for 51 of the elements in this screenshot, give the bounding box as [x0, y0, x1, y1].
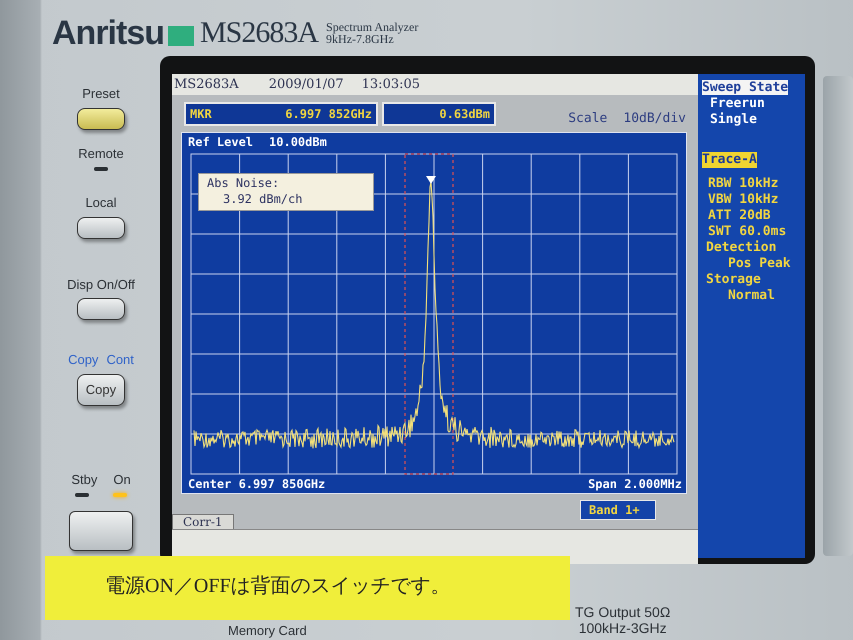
setting-value: Pos Peak [727, 256, 791, 271]
marker-level: 0.63dBm [439, 106, 490, 123]
trace-tag: Trace-A [702, 152, 757, 168]
scale-label: Scale [568, 111, 608, 126]
memory-card-label: Memory Card [228, 624, 307, 638]
warning-sticker: 電源ON／OFFは背面のスイッチです。 [45, 556, 570, 620]
logo-square [168, 26, 194, 46]
tg-output-label: 100kHz-3GHz [578, 620, 668, 636]
shift-label: Copy [68, 351, 98, 369]
panel-button[interactable] [77, 108, 125, 130]
panel-button[interactable] [77, 216, 125, 238]
panel-button[interactable] [77, 298, 125, 320]
marker-frequency: 6.997 852GHz [285, 106, 372, 123]
noise-value: 3.92 dBm/ch [222, 191, 304, 207]
marker-triangle-icon [426, 176, 436, 184]
button-label: Preset [82, 85, 120, 103]
model-name: MS2683A [200, 16, 318, 50]
menu-option: Single [702, 112, 757, 127]
span-value: Span 2.000MHz [588, 476, 682, 493]
indicator-label: Remote [78, 144, 124, 162]
band-indicator: Band 1+ [580, 500, 656, 520]
ref-level-label: Ref Level [188, 134, 254, 151]
shift-label: Cont [106, 351, 134, 369]
copy-button[interactable]: Copy [76, 374, 125, 406]
power-button[interactable] [69, 511, 133, 551]
scale-value: 10dB/div [623, 111, 686, 126]
marker-label: MKR [190, 106, 212, 123]
indicator-label: Stby [71, 470, 98, 489]
setting-label: Storage [705, 272, 761, 287]
tg-output-label: TG Output 50Ω [575, 604, 670, 620]
parameter-text: ATT 20dB [707, 208, 771, 223]
indicator-label: On [113, 470, 131, 488]
status-model: MS2683A [174, 77, 239, 92]
menu-title: Sweep State [702, 80, 788, 95]
parameter-text: RBW 10kHz [707, 176, 778, 191]
status-time: 13:03:05 [362, 77, 420, 92]
noise-title: Abs Noise: [207, 175, 280, 191]
center-frequency: Center 6.997 850GHz [188, 476, 326, 493]
setting-label: Detection [705, 240, 776, 255]
parameter-text: VBW 10kHz [707, 192, 778, 207]
correction-tab[interactable]: Corr-1 [172, 514, 234, 529]
parameter-text: SWT 60.0ms [707, 224, 786, 239]
brand-logo: Anritsu [52, 14, 164, 52]
button-label: Local [85, 194, 117, 212]
status-date: 2009/01/07 [268, 77, 344, 92]
ref-level-value: 10.00dBm [269, 134, 327, 151]
setting-value: Normal [727, 288, 775, 303]
button-label: Disp On/Off [67, 276, 135, 294]
menu-option: Freerun [702, 96, 765, 111]
subtitle: Spectrum Analyzer [326, 21, 418, 33]
frequency-range: 9kHz-7.8GHz [326, 33, 394, 45]
